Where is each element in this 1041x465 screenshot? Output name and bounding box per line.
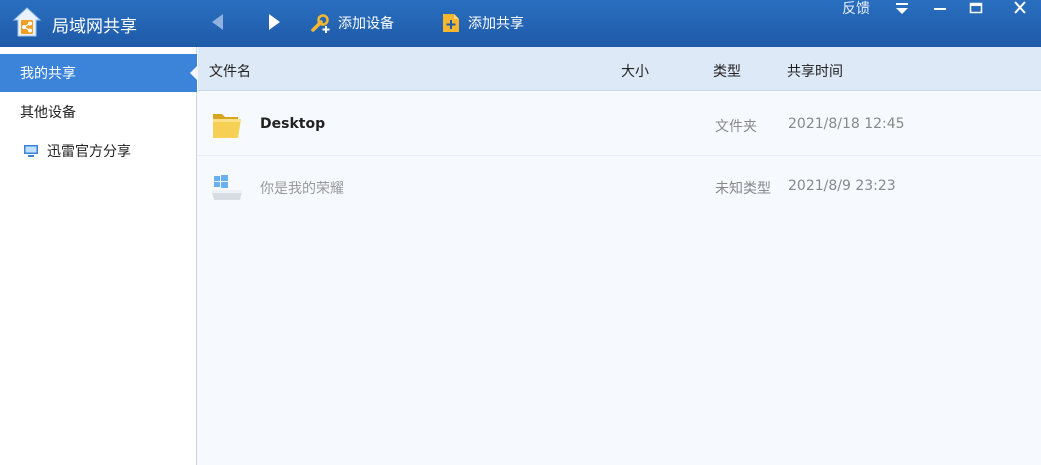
active-caret-indicator [190,65,198,81]
file-name: Desktop [260,116,326,132]
minimize-icon[interactable] [930,0,950,16]
table-header: 文件名 大小 类型 共享时间 [198,47,1041,91]
sidebar-item-label: 其他设备 [20,105,76,121]
add-device-label: 添加设备 [338,16,394,32]
folder-icon [213,114,241,138]
sidebar-item-other-devices[interactable]: 其他设备 [0,93,197,131]
menu-dropdown-icon[interactable] [892,0,912,16]
file-name: 你是我的荣耀 [260,181,344,197]
share-time: 2021/8/18 12:45 [788,116,905,132]
back-arrow-icon[interactable] [208,12,228,32]
title-bar: 局域网共享 添加设备 添加共享 反馈 [0,0,1041,47]
feedback-link[interactable]: 反馈 [842,0,870,18]
add-share-button[interactable]: 添加共享 [440,9,524,37]
table-row[interactable]: Desktop 文件夹 2021/8/18 12:45 [198,94,1041,156]
file-type: 文件夹 [715,119,757,135]
column-header-name[interactable]: 文件名 [209,61,251,81]
share-time: 2021/8/9 23:23 [788,178,896,194]
maximize-icon[interactable] [966,0,986,16]
file-list-panel: 文件名 大小 类型 共享时间 Desktop 文件夹 2021/8/18 12:… [198,47,1041,465]
column-header-share-time[interactable]: 共享时间 [787,61,843,81]
add-file-icon [443,14,459,32]
wrench-plus-icon [311,14,330,33]
forward-arrow-icon[interactable] [264,12,284,32]
sidebar-item-xunlei-official-share[interactable]: 迅雷官方分享 [0,132,197,170]
close-icon[interactable] [1010,0,1030,16]
app-title: 局域网共享 [52,17,137,37]
sidebar-item-label: 我的共享 [20,66,76,82]
sidebar: 我的共享 其他设备 迅雷官方分享 [0,47,198,465]
home-share-logo-icon [12,7,42,37]
file-type: 未知类型 [715,181,771,197]
table-row[interactable]: 你是我的荣耀 未知类型 2021/8/9 23:23 [198,156,1041,218]
add-share-label: 添加共享 [468,16,524,32]
sidebar-item-label: 迅雷官方分享 [47,144,131,160]
add-device-button[interactable]: 添加设备 [310,9,394,37]
sidebar-item-my-shares[interactable]: 我的共享 [0,54,198,92]
column-header-size[interactable]: 大小 [621,61,649,81]
windows-drive-icon [212,175,242,200]
column-header-type[interactable]: 类型 [713,61,741,81]
computer-icon [24,145,38,157]
